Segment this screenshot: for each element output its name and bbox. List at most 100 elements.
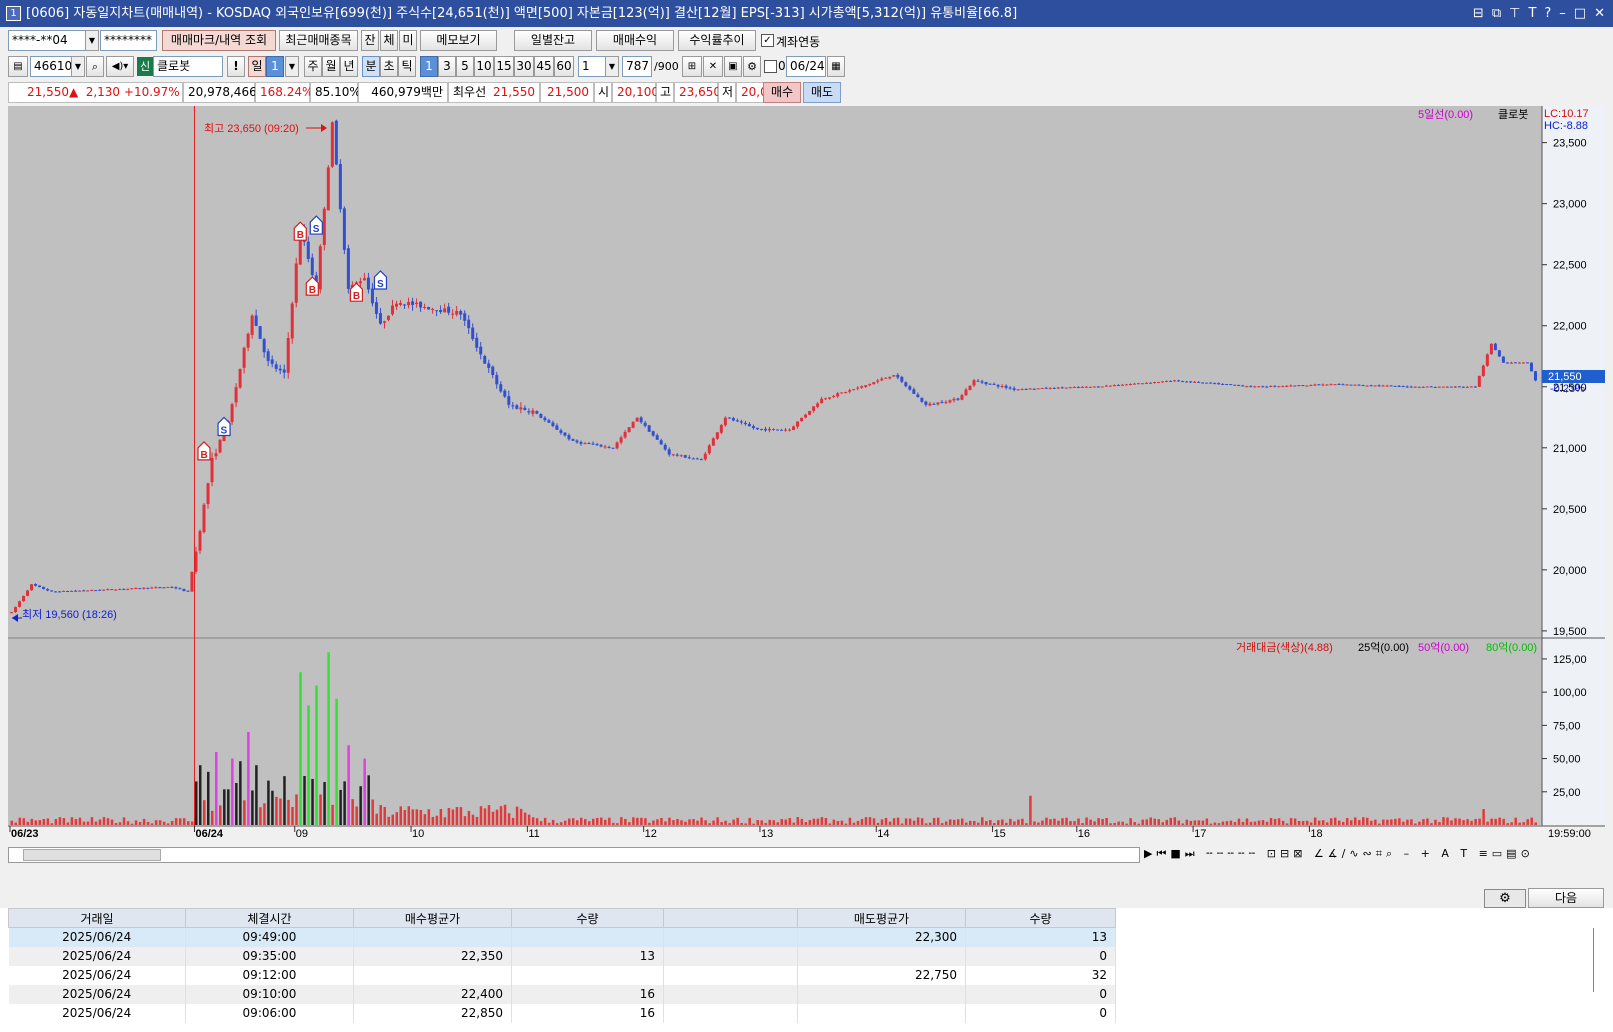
title-button-7[interactable]: ✕ — [1594, 0, 1605, 27]
grid-scrollbar[interactable] — [1593, 928, 1601, 992]
trade-mark-query-button[interactable]: 매매마크/내역 조회 — [162, 30, 276, 51]
recent-stocks-button[interactable]: 최근매매종목 — [279, 30, 358, 51]
gear-icon[interactable]: ⚙ — [743, 56, 761, 77]
volume-bar — [600, 817, 603, 825]
volume-bar — [283, 776, 286, 825]
interval-5-button[interactable]: 5 — [456, 56, 474, 77]
candle-body — [607, 446, 611, 448]
chart-scrollbar[interactable] — [8, 847, 1140, 863]
date-input[interactable]: 06/24 — [786, 56, 826, 77]
chart-tool-icon[interactable]: ✕ — [703, 56, 723, 77]
next-button[interactable]: 다음 — [1528, 888, 1604, 908]
volume-bar — [916, 817, 920, 825]
candle-body — [443, 308, 447, 313]
interval-45-button[interactable]: 45 — [534, 56, 554, 77]
bar-count-input[interactable]: 787 — [622, 56, 652, 77]
period-minute-tab[interactable]: 분 — [362, 56, 380, 77]
candle-body — [142, 587, 146, 589]
save-icon[interactable]: ▣ — [724, 56, 742, 77]
speaker-icon[interactable]: ◀)▾ — [106, 56, 134, 77]
interval-10-button[interactable]: 10 — [474, 56, 494, 77]
stock-code-dropdown-icon[interactable]: ▼ — [71, 56, 85, 77]
table-row[interactable]: 2025/06/24 09:35:00 22,350 13 0 — [8, 946, 1116, 966]
panel-icon[interactable]: ▤ — [8, 56, 28, 77]
memo-button[interactable]: 메모보기 — [420, 30, 497, 51]
period-month-tab[interactable]: 월 — [322, 56, 340, 77]
title-button-6[interactable]: □ — [1574, 0, 1586, 27]
candle-body — [38, 585, 42, 588]
volume-bar — [1173, 817, 1177, 825]
title-button-1[interactable]: ⧉ — [1492, 0, 1501, 27]
candle-body — [1189, 381, 1193, 383]
date-checkbox[interactable] — [764, 60, 777, 73]
period-day-tab[interactable]: 일 — [248, 56, 266, 77]
account-dropdown-icon[interactable]: ▼ — [85, 30, 99, 51]
balance-button[interactable]: 잔 — [361, 30, 379, 51]
custom-interval-input[interactable]: 1 — [578, 56, 606, 77]
volume-bar — [1137, 823, 1140, 825]
candle-body — [1373, 385, 1377, 387]
profit-trend-button[interactable]: 수익률추이 — [678, 30, 756, 51]
volume-bar — [1466, 819, 1469, 825]
grid-settings-gear-icon[interactable]: ⚙ — [1484, 889, 1526, 908]
candle-body — [1441, 386, 1445, 388]
search-icon[interactable]: ⌕ — [86, 56, 104, 77]
legend-stock-name: 클로봇 — [1498, 108, 1528, 121]
column-header[interactable]: 매도평균가 — [797, 908, 966, 928]
candle-body — [1505, 362, 1509, 364]
daily-balance-button[interactable]: 일별잔고 — [514, 30, 592, 51]
price-volume-chart[interactable]: 23,50023,00022,50022,00021,50021,00020,5… — [8, 106, 1605, 872]
period-second-tab[interactable]: 초 — [380, 56, 398, 77]
filled-button[interactable]: 체 — [380, 30, 398, 51]
period-year-tab[interactable]: 년 — [340, 56, 358, 77]
period-value-field[interactable]: 1 — [266, 56, 284, 77]
password-input[interactable]: ******** — [100, 30, 157, 51]
custom-interval-dropdown-icon[interactable]: ▼ — [605, 56, 619, 77]
buy-button[interactable]: 매수 — [763, 82, 801, 103]
column-header[interactable]: 매수평균가 — [353, 908, 512, 928]
alert-button[interactable]: ! — [227, 56, 245, 77]
table-row[interactable]: 2025/06/24 09:12:00 22,750 32 — [8, 965, 1116, 985]
sell-button[interactable]: 매도 — [803, 82, 841, 103]
volume-bar — [612, 822, 615, 825]
window-icon[interactable]: 1 — [6, 6, 21, 21]
scrollbar-thumb[interactable] — [23, 849, 161, 861]
interval-1-button[interactable]: 1 — [420, 56, 438, 77]
period-dropdown-icon[interactable]: ▼ — [285, 56, 299, 77]
title-button-4[interactable]: ? — [1544, 0, 1551, 27]
calendar-icon[interactable]: ▦ — [827, 56, 845, 77]
interval-3-button[interactable]: 3 — [438, 56, 456, 77]
title-button-2[interactable]: ⊤ — [1509, 0, 1520, 27]
volume-bar — [227, 789, 230, 825]
volume-bar — [403, 809, 407, 825]
title-button-0[interactable]: ⊟ — [1473, 0, 1484, 27]
table-row[interactable]: 2025/06/24 09:49:00 22,300 13 — [8, 927, 1116, 947]
table-row[interactable]: 2025/06/24 09:06:00 22,850 16 0 — [8, 1003, 1116, 1023]
chart-area[interactable]: 23,500 23,000 22,500 22,000 21,500 21,000 20,5… — [8, 106, 1605, 872]
column-header[interactable] — [663, 908, 798, 928]
title-button-3[interactable]: T — [1528, 0, 1536, 27]
interval-30-button[interactable]: 30 — [514, 56, 534, 77]
interval-15-button[interactable]: 15 — [494, 56, 514, 77]
interval-60-button[interactable]: 60 — [554, 56, 574, 77]
column-header[interactable]: 수량 — [511, 908, 664, 928]
account-input[interactable]: ****-**04 — [8, 30, 86, 51]
chart-toolbox[interactable]: ▶⏮■⏭ ╌╌╌╌╌ ⊡⊟⊠ ∠∡∕∿∾⌗⌕ – + A T ≡▭▤⊙ — [1144, 847, 1594, 863]
chart-add-icon[interactable]: ⊞ — [682, 56, 702, 77]
period-week-tab[interactable]: 주 — [304, 56, 322, 77]
volume-bar — [1061, 818, 1064, 825]
stock-name-field[interactable]: 클로봇 — [153, 56, 223, 77]
volume-bar — [852, 822, 856, 825]
trade-profit-button[interactable]: 매매수익 — [596, 30, 674, 51]
candle-body — [110, 589, 114, 591]
column-header[interactable]: 수량 — [965, 908, 1116, 928]
volume-bar — [102, 817, 106, 825]
period-tick-tab[interactable]: 틱 — [398, 56, 416, 77]
unfilled-button[interactable]: 미 — [399, 30, 417, 51]
column-header[interactable]: 거래일 — [8, 908, 186, 928]
title-button-5[interactable]: – — [1559, 0, 1566, 27]
column-header[interactable]: 체결시간 — [185, 908, 354, 928]
stock-code-input[interactable]: 466100 — [30, 56, 72, 77]
account-link-checkbox[interactable]: ✓ — [761, 34, 774, 47]
table-row[interactable]: 2025/06/24 09:10:00 22,400 16 0 — [8, 984, 1116, 1004]
